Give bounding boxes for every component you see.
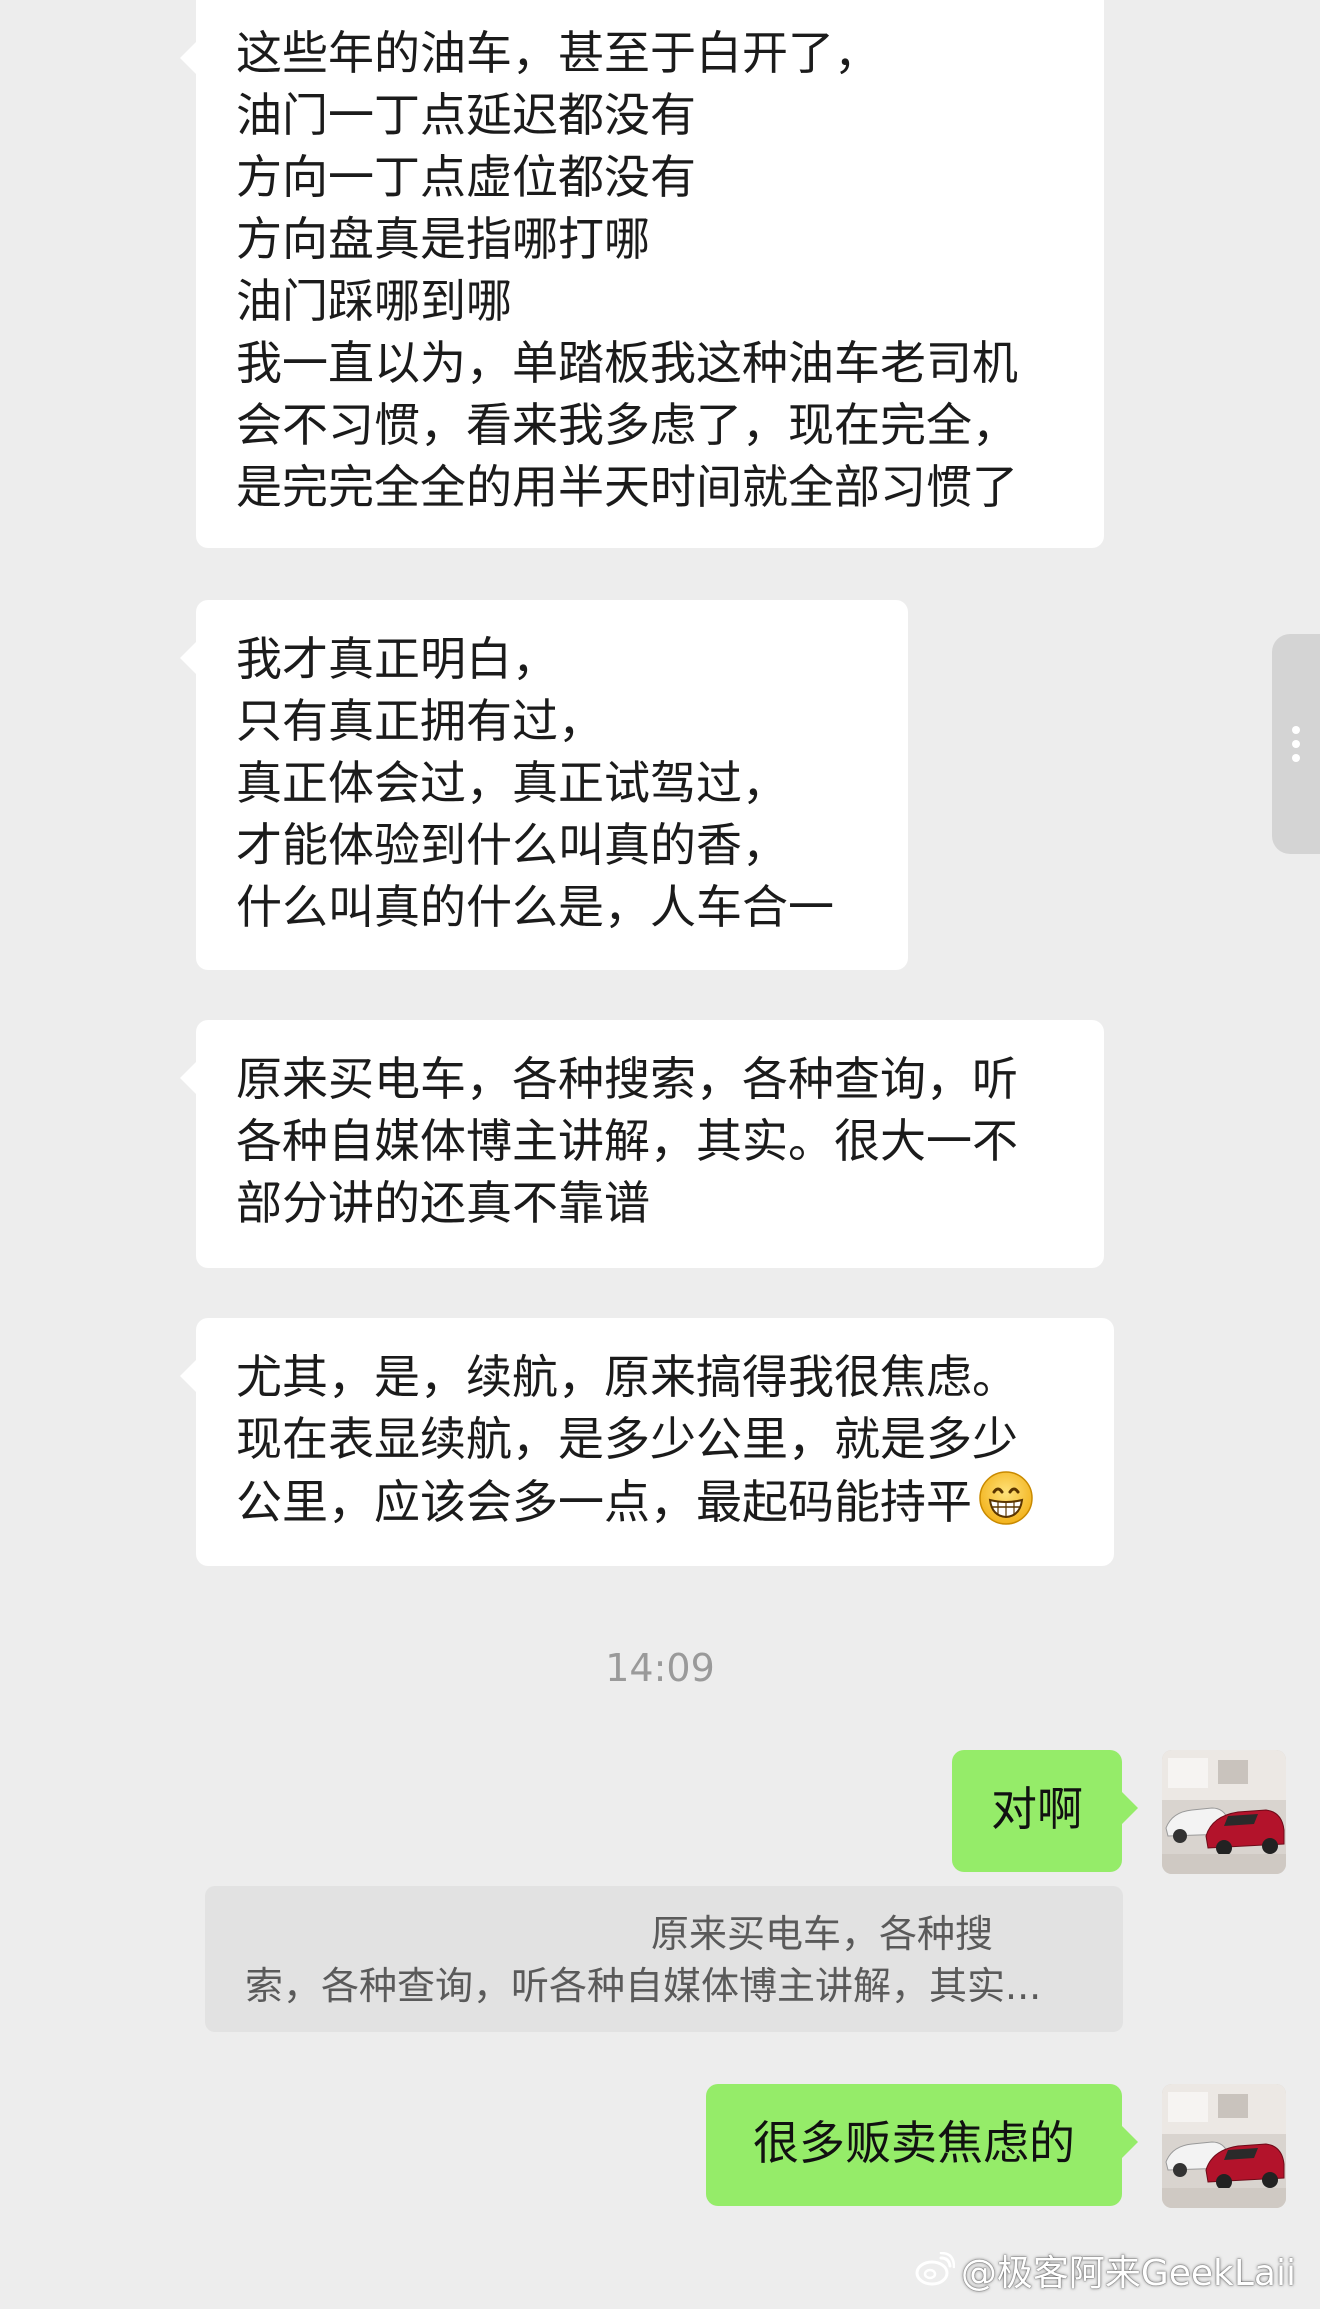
weibo-icon <box>915 2251 956 2299</box>
message-line: 对啊 <box>991 1782 1083 1836</box>
quote-line: 索，各种查询，听各种自媒体博主讲解，其实... <box>245 1964 1042 2008</box>
message-line: 真正体会过，真正试驾过， <box>236 756 788 810</box>
message-line: 原来买电车，各种搜索，各种查询，听 <box>236 1052 1018 1106</box>
timestamp: 14:09 <box>605 1646 715 1690</box>
message-text: 公里，应该会多一点，最起码能持平 <box>236 1475 972 1529</box>
message-line: 部分讲的还真不靠谱 <box>236 1176 650 1230</box>
message-line: 这些年的油车，甚至于白开了， <box>236 26 880 80</box>
incoming-message[interactable]: 原来买电车，各种搜索，各种查询，听 各种自媒体博主讲解，其实。很大一不 部分讲的… <box>180 1020 1104 1268</box>
avatar[interactable] <box>1162 1750 1286 1874</box>
incoming-message[interactable]: 我才真正明白， 只有真正拥有过， 真正体会过，真正试驾过， 才能体验到什么叫真的… <box>180 600 908 970</box>
message-line: 什么叫真的什么是，人车合一 <box>236 880 834 934</box>
avatar[interactable] <box>1162 2084 1286 2208</box>
car-photo-avatar-icon <box>1162 2084 1286 2208</box>
more-dots-icon <box>1292 726 1300 734</box>
quoted-message[interactable]: 原来买电车，各种搜 索，各种查询，听各种自媒体博主讲解，其实... <box>205 1886 1123 2032</box>
message-line: 我才真正明白， <box>236 632 558 686</box>
message-line: 才能体验到什么叫真的香， <box>236 818 788 872</box>
message-line: 公里，应该会多一点，最起码能持平 <box>236 1470 1074 1541</box>
side-floating-handle[interactable] <box>1272 634 1320 854</box>
grin-emoji-icon <box>978 1470 1034 1541</box>
quote-line: 原来买电车，各种搜 <box>650 1912 993 1956</box>
message-line: 油门一丁点延迟都没有 <box>236 88 696 142</box>
outgoing-message[interactable]: 很多贩卖焦虑的 <box>706 2084 1138 2206</box>
message-line: 油门踩哪到哪 <box>236 274 512 328</box>
watermark-text: @极客阿来GeekLaii <box>960 2253 1296 2294</box>
message-line: 现在表显续航，是多少公里，就是多少 <box>236 1412 1018 1466</box>
more-dots-icon <box>1292 754 1300 762</box>
incoming-message[interactable]: 尤其，是，续航，原来搞得我很焦虑。 现在表显续航，是多少公里，就是多少 公里，应… <box>180 1318 1114 1566</box>
message-line: 我一直以为，单踏板我这种油车老司机 <box>236 336 1018 390</box>
message-line: 只有真正拥有过， <box>236 694 604 748</box>
outgoing-message[interactable]: 对啊 <box>952 1750 1138 1872</box>
watermark: @极客阿来GeekLaii <box>915 2250 1296 2299</box>
car-photo-avatar-icon <box>1162 1750 1286 1874</box>
message-line: 方向一丁点虚位都没有 <box>236 150 696 204</box>
message-line: 会不习惯，看来我多虑了，现在完全， <box>236 398 1018 452</box>
more-dots-icon <box>1292 740 1300 748</box>
incoming-message[interactable]: 这些年的油车，甚至于白开了， 油门一丁点延迟都没有 方向一丁点虚位都没有 方向盘… <box>180 0 1104 548</box>
message-line: 很多贩卖焦虑的 <box>753 2116 1075 2170</box>
message-line: 方向盘真是指哪打哪 <box>236 212 650 266</box>
message-line: 尤其，是，续航，原来搞得我很焦虑。 <box>236 1350 1018 1404</box>
message-line: 是完完全全的用半天时间就全部习惯了 <box>236 460 1018 514</box>
message-line: 各种自媒体博主讲解，其实。很大一不 <box>236 1114 1018 1168</box>
